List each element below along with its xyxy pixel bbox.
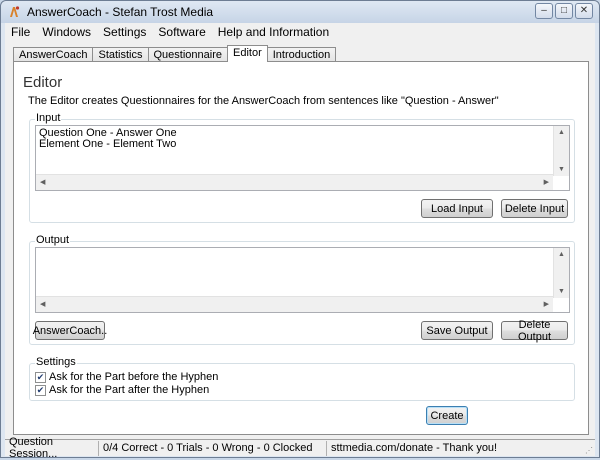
output-group: Output ▲ ▼ ◀ ▶ AnswerCoach.. Save Output… xyxy=(29,234,575,345)
scroll-down-icon[interactable]: ▼ xyxy=(558,288,565,295)
resize-grip-icon[interactable]: ⋰ xyxy=(585,446,593,455)
option-before-hyphen-label: Ask for the Part before the Hyphen xyxy=(49,371,219,383)
input-group: Input Question One - Answer One Element … xyxy=(29,112,575,223)
input-group-label: Input xyxy=(35,112,62,124)
output-vertical-scrollbar[interactable]: ▲ ▼ xyxy=(553,248,569,298)
scroll-right-icon[interactable]: ▶ xyxy=(544,301,549,308)
tab-introduction[interactable]: Introduction xyxy=(266,47,337,62)
scroll-left-icon[interactable]: ◀ xyxy=(40,301,45,308)
tab-answercoach[interactable]: AnswerCoach xyxy=(13,47,94,62)
menu-settings[interactable]: Settings xyxy=(97,25,152,39)
client-area: AnswerCoach Statistics Questionnaire Edi… xyxy=(5,41,595,439)
status-bar: Question Session... 0/4 Correct - 0 Tria… xyxy=(5,436,595,460)
tab-questionnaire[interactable]: Questionnaire xyxy=(147,47,228,62)
input-textarea[interactable]: Question One - Answer One Element One - … xyxy=(35,125,570,191)
menu-windows[interactable]: Windows xyxy=(36,25,97,39)
title-bar[interactable]: AnswerCoach - Stefan Trost Media – □ ✕ xyxy=(1,1,599,23)
input-horizontal-scrollbar[interactable]: ◀ ▶ xyxy=(36,174,553,190)
tab-statistics[interactable]: Statistics xyxy=(92,47,149,62)
delete-input-button[interactable]: Delete Input xyxy=(501,199,568,218)
status-donate: sttmedia.com/donate - Thank you! xyxy=(331,442,498,454)
window-controls: – □ ✕ xyxy=(533,3,593,19)
input-line: Element One - Element Two xyxy=(39,138,177,150)
app-window: AnswerCoach - Stefan Trost Media – □ ✕ F… xyxy=(0,0,600,460)
app-icon xyxy=(10,6,20,17)
menu-software[interactable]: Software xyxy=(152,25,211,39)
menu-help[interactable]: Help and Information xyxy=(212,25,335,39)
input-text: Question One - Answer One Element One - … xyxy=(39,128,177,150)
scroll-up-icon[interactable]: ▲ xyxy=(558,129,565,136)
menu-file[interactable]: File xyxy=(5,25,36,39)
tab-strip: AnswerCoach Statistics Questionnaire Edi… xyxy=(13,45,337,62)
editor-panel: Editor The Editor creates Questionnaires… xyxy=(13,61,589,435)
checkbox-before-hyphen[interactable]: ✔ xyxy=(35,371,46,383)
option-before-hyphen[interactable]: ✔ Ask for the Part before the Hyphen xyxy=(35,371,218,383)
editor-description: The Editor creates Questionnaires for th… xyxy=(28,95,499,107)
page-title: Editor xyxy=(23,74,63,91)
delete-output-button[interactable]: Delete Output xyxy=(501,319,568,343)
scroll-up-icon[interactable]: ▲ xyxy=(558,251,565,258)
scroll-down-icon[interactable]: ▼ xyxy=(558,166,565,173)
minimize-button[interactable]: – xyxy=(535,3,553,19)
maximize-button[interactable]: □ xyxy=(555,3,573,19)
window-title: AnswerCoach - Stefan Trost Media xyxy=(27,5,214,19)
input-vertical-scrollbar[interactable]: ▲ ▼ xyxy=(553,126,569,176)
scroll-left-icon[interactable]: ◀ xyxy=(40,179,45,186)
answercoach-button[interactable]: AnswerCoach.. xyxy=(33,321,107,340)
checkbox-after-hyphen[interactable]: ✔ xyxy=(35,384,46,396)
status-stats: 0/4 Correct - 0 Trials - 0 Wrong - 0 Clo… xyxy=(99,440,327,456)
option-after-hyphen[interactable]: ✔ Ask for the Part after the Hyphen xyxy=(35,384,209,396)
load-input-button[interactable]: Load Input xyxy=(421,199,493,218)
create-button[interactable]: Create xyxy=(426,406,468,425)
status-session: Question Session... xyxy=(5,436,99,460)
output-horizontal-scrollbar[interactable]: ◀ ▶ xyxy=(36,296,553,312)
save-output-button[interactable]: Save Output xyxy=(421,321,493,340)
output-textarea[interactable]: ▲ ▼ ◀ ▶ xyxy=(35,247,570,313)
settings-group: Settings ✔ Ask for the Part before the H… xyxy=(29,356,575,401)
menu-bar: File Windows Settings Software Help and … xyxy=(5,23,595,41)
scroll-right-icon[interactable]: ▶ xyxy=(544,179,549,186)
settings-group-label: Settings xyxy=(35,356,77,368)
output-group-label: Output xyxy=(35,234,71,246)
tab-editor[interactable]: Editor xyxy=(227,45,268,62)
close-button[interactable]: ✕ xyxy=(575,3,593,19)
option-after-hyphen-label: Ask for the Part after the Hyphen xyxy=(49,384,210,396)
